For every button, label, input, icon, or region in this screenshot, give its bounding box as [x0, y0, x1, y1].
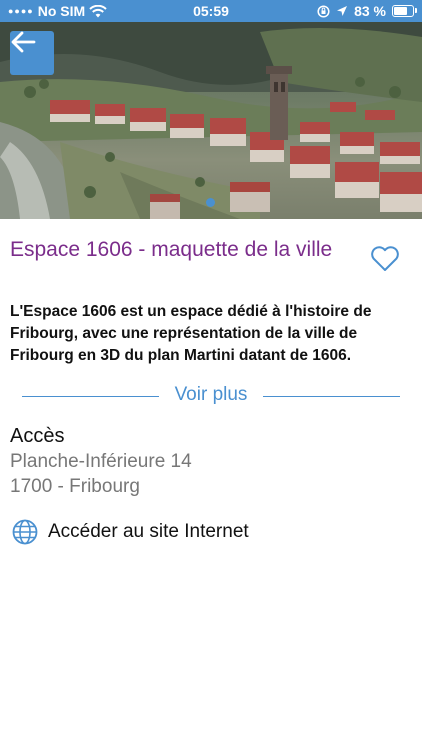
globe-icon	[12, 519, 38, 545]
back-button[interactable]	[10, 31, 54, 75]
see-more-row[interactable]: Voir plus	[22, 384, 400, 408]
location-arrow-icon	[337, 6, 348, 16]
hero-image[interactable]	[0, 22, 422, 219]
website-label[interactable]: Accéder au site Internet	[48, 521, 249, 543]
page-indicator-dot	[206, 198, 215, 207]
arrow-left-icon	[11, 31, 36, 53]
city-model-illustration	[0, 22, 422, 219]
see-more-link[interactable]: Voir plus	[22, 384, 400, 406]
website-link[interactable]: Accéder au site Internet	[12, 519, 249, 545]
description-text: L'Espace 1606 est un espace dédié à l'hi…	[10, 303, 372, 364]
divider-right	[263, 396, 400, 397]
status-right: 83 %	[317, 3, 417, 19]
battery-fill	[394, 7, 408, 15]
page-title: Espace 1606 - maquette de la ville	[10, 238, 333, 261]
battery-icon	[392, 5, 417, 17]
status-bar: ●●●● No SIM 05:59 83 %	[0, 0, 422, 22]
heart-outline-icon	[371, 246, 399, 271]
access-heading: Accès	[10, 425, 65, 447]
address-city: 1700 - Fribourg	[10, 476, 140, 497]
address-street: Planche-Inférieure 14	[10, 451, 192, 472]
favorite-button[interactable]	[370, 246, 408, 278]
battery-percent: 83 %	[354, 3, 386, 19]
orientation-lock-icon	[317, 4, 330, 18]
